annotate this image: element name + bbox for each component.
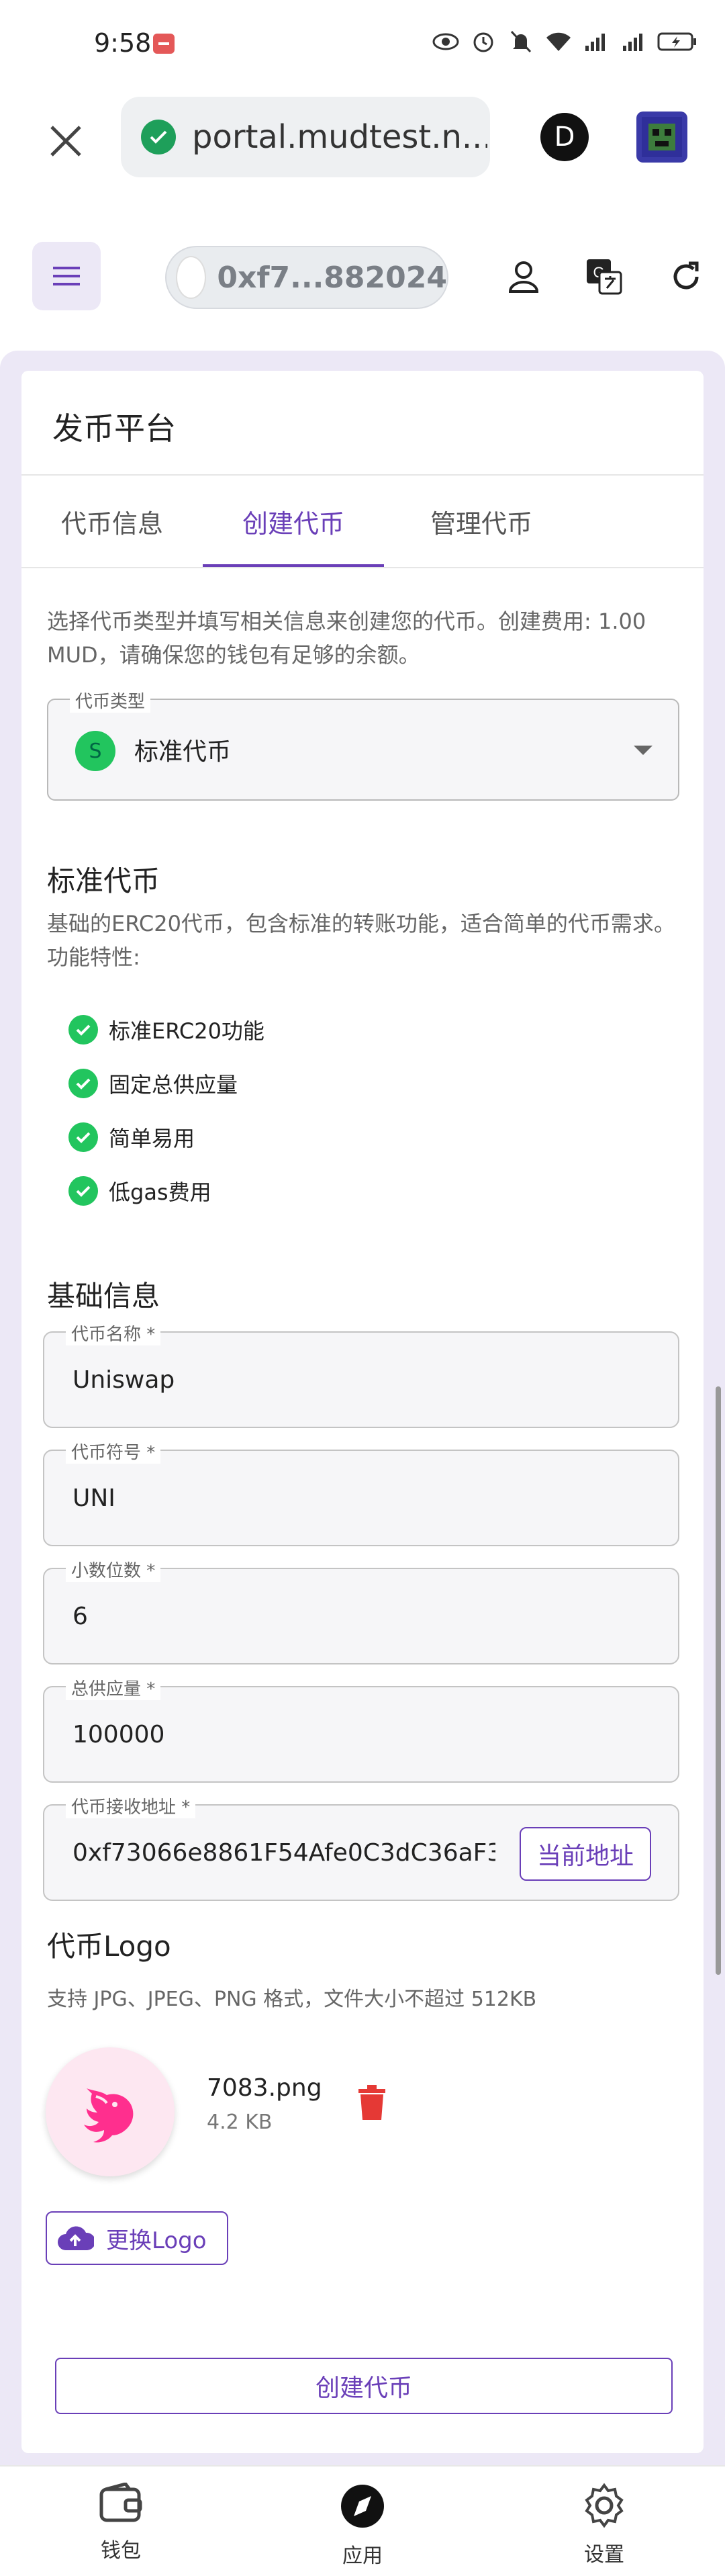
token-symbol-field[interactable]: 代币符号 * UNI: [43, 1439, 679, 1546]
logo-file-size: 4.2 KB: [207, 2111, 273, 2134]
nav-settings[interactable]: 设置: [537, 2483, 671, 2570]
current-address-button[interactable]: 当前地址: [520, 1827, 651, 1881]
hamburger-icon: [53, 267, 80, 285]
secure-badge-icon: [141, 120, 176, 154]
token-type-label: 代币类型: [70, 688, 151, 713]
tab-token-info[interactable]: 代币信息: [35, 490, 189, 552]
divider: [21, 474, 704, 476]
battery-icon: [657, 28, 698, 55]
signal-icon: [581, 28, 611, 55]
wifi-icon: [544, 28, 573, 55]
divider: [21, 567, 704, 568]
menu-button[interactable]: [32, 242, 101, 310]
feature-item: 标准ERC20功能: [68, 1014, 264, 1045]
token-logo-preview: [46, 2047, 175, 2176]
status-time: 9:58: [94, 28, 152, 58]
gear-icon: [585, 2483, 624, 2528]
feature-item: 简单易用: [68, 1122, 195, 1153]
field-value: 0xf73066e8861F54Afe0C3dC36aF38: [72, 1839, 495, 1867]
token-platform-card: 发币平台 代币信息 创建代币 管理代币 选择代币类型并填写相关信息来创建您的代币…: [21, 371, 704, 2453]
feature-label: 低gas费用: [109, 1180, 211, 1205]
dropdown-arrow-icon: [634, 746, 652, 755]
feature-label: 简单易用: [109, 1126, 195, 1151]
status-bar: 9:58: [0, 0, 725, 87]
field-label: 代币接收地址 *: [66, 1793, 196, 1818]
tab-manage-token[interactable]: 管理代币: [397, 490, 565, 552]
field-value: UNI: [72, 1484, 115, 1512]
translate-button[interactable]: G: [583, 255, 626, 298]
url-bar[interactable]: portal.mudtest.n...: [121, 97, 490, 177]
intro-text: 选择代币类型并填写相关信息来创建您的代币。创建费用: 1.00 MUD，请确保您…: [47, 609, 646, 668]
field-value: 6: [72, 1603, 88, 1630]
feature-label: 标准ERC20功能: [109, 1018, 264, 1044]
cloud-upload-icon: [58, 2226, 94, 2250]
unicorn-logo-icon: [84, 2088, 134, 2143]
status-icons: [431, 28, 698, 55]
trash-icon: [358, 2085, 385, 2120]
app-header: 0xf7...882024 G: [0, 222, 725, 329]
close-icon: [50, 126, 81, 157]
tab-create-token[interactable]: 创建代币: [203, 490, 384, 552]
total-supply-field[interactable]: 总供应量 * 100000: [43, 1675, 679, 1783]
field-value: Uniswap: [72, 1366, 175, 1394]
logo-hint: 支持 JPG、JPEG、PNG 格式，文件大小不超过 512KB: [47, 1988, 537, 2011]
change-logo-label: 更换Logo: [106, 2227, 207, 2254]
token-type-badge: S: [75, 731, 115, 771]
basic-info-title: 基础信息: [47, 1280, 160, 1313]
browser-toolbar: portal.mudtest.n... D: [0, 87, 725, 188]
alarm-icon: [469, 28, 498, 55]
token-logo-title: 代币Logo: [47, 1930, 171, 1963]
eye-icon: [431, 28, 461, 55]
check-icon: [68, 1069, 98, 1098]
create-token-button[interactable]: 创建代币: [55, 2358, 673, 2414]
standard-token-description: 基础的ERC20代币，包含标准的转账功能，适合简单的代币需求。功能特性:: [47, 911, 675, 970]
nav-label: 设置: [584, 2543, 624, 2567]
nav-apps[interactable]: 应用: [295, 2483, 430, 2570]
token-type-value: 标准代币: [134, 738, 232, 766]
token-type-select[interactable]: 代币类型 S 标准代币: [47, 688, 679, 801]
logo-file-name: 7083.png: [207, 2074, 322, 2102]
feature-item: 固定总供应量: [68, 1068, 238, 1099]
compass-icon: [341, 2485, 384, 2528]
nav-label: 钱包: [101, 2539, 141, 2563]
wallet-icon: [99, 2483, 142, 2522]
field-value: 100000: [72, 1721, 165, 1748]
nav-label: 应用: [342, 2544, 383, 2568]
check-icon: [68, 1176, 98, 1206]
check-icon: [68, 1015, 98, 1045]
translate-icon: G: [587, 259, 622, 295]
url-text: portal.mudtest.n...: [192, 118, 487, 156]
refresh-button[interactable]: [665, 255, 708, 298]
wallet-address-pill[interactable]: 0xf7...882024: [165, 246, 448, 309]
bottom-navigation: 钱包 应用 设置: [0, 2465, 725, 2576]
field-label: 代币名称 *: [66, 1321, 161, 1345]
feature-label: 固定总供应量: [109, 1072, 238, 1098]
standard-token-title: 标准代币: [47, 864, 160, 897]
change-logo-button[interactable]: 更换Logo: [46, 2211, 228, 2265]
receiver-address-field[interactable]: 代币接收地址 * 0xf73066e8861F54Afe0C3dC36aF38 …: [43, 1793, 679, 1901]
field-label: 小数位数 *: [66, 1557, 161, 1582]
extension-icon[interactable]: [636, 112, 687, 163]
field-label: 代币符号 *: [66, 1439, 161, 1464]
notification-icon: [153, 34, 175, 54]
nav-wallet[interactable]: 钱包: [54, 2483, 188, 2570]
wallet-avatar: [176, 256, 207, 299]
signal-icon-2: [619, 28, 648, 55]
close-button[interactable]: [39, 114, 93, 168]
user-icon: [508, 261, 539, 293]
delete-logo-button[interactable]: [357, 2085, 395, 2128]
check-icon: [68, 1122, 98, 1152]
token-name-field[interactable]: 代币名称 * Uniswap: [43, 1321, 679, 1428]
account-avatar[interactable]: D: [540, 113, 589, 161]
decimals-field[interactable]: 小数位数 * 6: [43, 1557, 679, 1664]
refresh-icon: [673, 261, 699, 290]
field-label: 总供应量 *: [66, 1675, 161, 1700]
scrollbar[interactable]: [716, 1386, 721, 1975]
feature-item: 低gas费用: [68, 1175, 211, 1206]
mute-icon: [506, 28, 536, 55]
wallet-address: 0xf7...882024: [217, 260, 447, 295]
card-title: 发币平台: [52, 410, 176, 447]
user-button[interactable]: [502, 255, 545, 298]
